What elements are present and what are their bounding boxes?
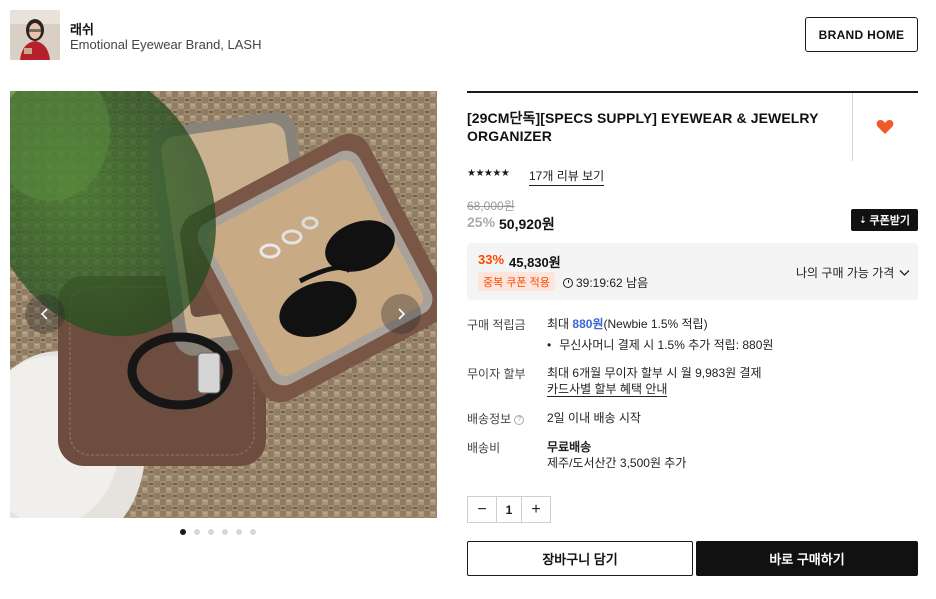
points-label: 구매 적립금 bbox=[467, 318, 526, 332]
product-title: [29CM단독][SPECS SUPPLY] EYEWEAR & JEWELRY… bbox=[467, 110, 819, 144]
fee-extra: 제주/도서산간 3,500원 추가 bbox=[547, 456, 687, 470]
divider bbox=[852, 93, 853, 161]
download-icon: ⇣ bbox=[858, 214, 867, 225]
shipping-label-text: 배송정보 bbox=[467, 412, 512, 426]
gallery-dots bbox=[180, 529, 256, 535]
sale-price: 50,920원 bbox=[499, 216, 555, 232]
shipping-text: 2일 이내 배송 시작 bbox=[547, 411, 641, 425]
timer-text: 39:19:62 남음 bbox=[576, 276, 649, 290]
chevron-down-icon bbox=[899, 270, 910, 276]
quantity-value[interactable]: 1 bbox=[496, 497, 522, 522]
gallery-dot[interactable] bbox=[236, 529, 242, 535]
fee-text: 무료배송 bbox=[547, 440, 592, 454]
heart-icon[interactable] bbox=[875, 117, 895, 137]
my-price-toggle[interactable]: 나의 구매 가능 가격 bbox=[796, 264, 910, 281]
review-link[interactable]: 17개 리뷰 보기 bbox=[529, 167, 605, 186]
points-bullet: • 무신사머니 결제 시 1.5% 추가 적립: 880원 bbox=[547, 336, 773, 353]
gallery-dot[interactable] bbox=[250, 529, 256, 535]
gallery-dot[interactable] bbox=[180, 529, 186, 535]
gallery-dot[interactable] bbox=[222, 529, 228, 535]
rating-stars: ★★★★★ bbox=[467, 168, 510, 179]
coupon-badge: 중복 쿠폰 적용 bbox=[478, 272, 555, 291]
points-prefix: 최대 bbox=[547, 317, 573, 331]
shipping-label: 배송정보? bbox=[467, 410, 525, 427]
installment-label: 무이자 할부 bbox=[467, 367, 526, 381]
my-price-discount: 33% bbox=[478, 252, 505, 267]
clock-icon bbox=[563, 277, 573, 288]
installment-link[interactable]: 카드사별 할부 혜택 안내 bbox=[547, 382, 668, 397]
product-image[interactable] bbox=[10, 91, 437, 518]
gallery-dot[interactable] bbox=[208, 529, 214, 535]
gallery-prev-button[interactable] bbox=[25, 294, 65, 334]
buy-now-button[interactable]: 바로 구매하기 bbox=[696, 541, 918, 576]
discount-rate: 25% bbox=[467, 214, 496, 230]
quantity-plus-button[interactable]: + bbox=[522, 497, 550, 522]
add-to-cart-button[interactable]: 장바구니 담기 bbox=[467, 541, 693, 576]
quantity-stepper: − 1 + bbox=[467, 496, 551, 523]
brand-avatar[interactable] bbox=[10, 10, 60, 60]
coupon-timer: 39:19:62 남음 bbox=[563, 274, 648, 291]
fee-label: 배송비 bbox=[467, 441, 501, 455]
help-icon[interactable]: ? bbox=[514, 414, 525, 425]
my-price-toggle-label: 나의 구매 가능 가격 bbox=[796, 266, 895, 280]
brand-name[interactable]: 래쉬 bbox=[70, 19, 94, 38]
brand-description: Emotional Eyewear Brand, LASH bbox=[70, 37, 262, 52]
installment-text: 최대 6개월 무이자 할부 시 월 9,983원 결제 bbox=[547, 366, 762, 380]
chevron-right-icon bbox=[398, 308, 406, 320]
gallery-dot[interactable] bbox=[194, 529, 200, 535]
divider bbox=[467, 91, 918, 93]
gallery-next-button[interactable] bbox=[381, 294, 421, 334]
points-suffix: (Newbie 1.5% 적립) bbox=[603, 317, 708, 331]
points-bullet-text: 무신사머니 결제 시 1.5% 추가 적립: 880원 bbox=[559, 338, 774, 352]
points-value: 최대 880원(Newbie 1.5% 적립) bbox=[547, 316, 708, 332]
bullet-icon: • bbox=[547, 338, 552, 352]
points-amount: 880원 bbox=[572, 317, 604, 331]
quantity-minus-button[interactable]: − bbox=[468, 497, 496, 522]
brand-home-button[interactable]: BRAND HOME bbox=[805, 17, 918, 52]
coupon-button-label: 쿠폰받기 bbox=[869, 215, 911, 227]
coupon-download-button[interactable]: ⇣ 쿠폰받기 bbox=[851, 209, 918, 231]
my-price-value: 45,830원 bbox=[509, 255, 561, 270]
chevron-left-icon bbox=[40, 308, 48, 320]
installment-link-wrap: 카드사별 할부 혜택 안내 bbox=[547, 381, 668, 397]
original-price: 68,000원 bbox=[467, 199, 515, 213]
